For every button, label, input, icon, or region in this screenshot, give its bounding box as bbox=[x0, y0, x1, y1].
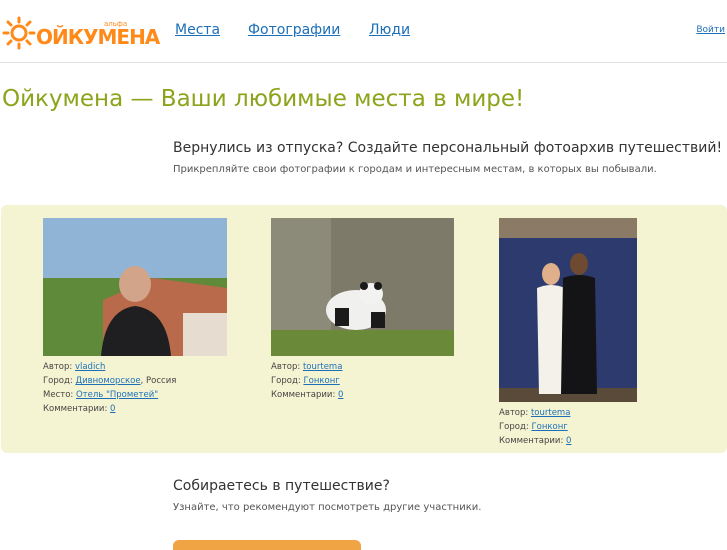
comments-label: Комментарии: bbox=[499, 436, 564, 446]
photo-meta: Автор: vladich Город: Дивноморское, Росс… bbox=[43, 360, 227, 416]
author-label: Автор: bbox=[43, 362, 73, 372]
city-link[interactable]: Гонконг bbox=[303, 376, 339, 386]
author-link[interactable]: vladich bbox=[75, 362, 105, 372]
city-label: Город: bbox=[271, 376, 301, 386]
photo-card: Автор: tourtema Город: Гонконг Комментар… bbox=[271, 218, 454, 402]
site-header: альфа ОЙКУМЕНА Места Фотографии Люди Вой… bbox=[0, 0, 727, 63]
city-link[interactable]: Гонконг bbox=[531, 422, 567, 432]
place-label: Место: bbox=[43, 390, 74, 400]
nav-people[interactable]: Люди bbox=[369, 22, 410, 38]
city-label: Город: bbox=[499, 422, 529, 432]
author-label: Автор: bbox=[271, 362, 301, 372]
photo-card: Автор: tourtema Город: Гонконг Комментар… bbox=[499, 218, 637, 448]
nav-places[interactable]: Места bbox=[175, 22, 220, 38]
city-label: Город: bbox=[43, 376, 73, 386]
author-link[interactable]: tourtema bbox=[303, 362, 342, 372]
country-text: , Россия bbox=[140, 376, 177, 386]
promo-title: Вернулись из отпуска? Создайте персональ… bbox=[173, 140, 723, 156]
comments-link[interactable]: 0 bbox=[110, 404, 115, 414]
city-link[interactable]: Дивноморское bbox=[75, 376, 140, 386]
photo-card: Автор: vladich Город: Дивноморское, Росс… bbox=[43, 218, 227, 416]
comments-link[interactable]: 0 bbox=[566, 436, 571, 446]
place-link[interactable]: Отель "Прометей" bbox=[76, 390, 158, 400]
photo-thumbnail[interactable] bbox=[499, 218, 637, 402]
plan-title: Собираетесь в путешествие? bbox=[173, 478, 390, 494]
site-logo[interactable]: альфа ОЙКУМЕНА bbox=[2, 6, 160, 50]
photo-thumbnail[interactable] bbox=[271, 218, 454, 356]
plan-subtitle: Узнайте, что рекомендуют посмотреть друг… bbox=[173, 502, 482, 513]
photo-thumbnail[interactable] bbox=[43, 218, 227, 356]
nav-photos[interactable]: Фотографии bbox=[248, 22, 340, 38]
comments-label: Комментарии: bbox=[43, 404, 108, 414]
photo-showcase: Автор: vladich Город: Дивноморское, Росс… bbox=[1, 205, 727, 453]
photo-meta: Автор: tourtema Город: Гонконг Комментар… bbox=[271, 360, 454, 402]
page-title: Ойкумена — Ваши любимые места в мире! bbox=[2, 86, 525, 112]
author-label: Автор: bbox=[499, 408, 529, 418]
comments-link[interactable]: 0 bbox=[338, 390, 343, 400]
promo-subtitle: Прикрепляйте свои фотографии к городам и… bbox=[173, 164, 657, 175]
logo-wordmark: ОЙКУМЕНА bbox=[36, 25, 160, 49]
comments-label: Комментарии: bbox=[271, 390, 336, 400]
sun-icon bbox=[2, 16, 36, 50]
author-link[interactable]: tourtema bbox=[531, 408, 570, 418]
login-link[interactable]: Войти bbox=[696, 25, 725, 35]
photo-meta: Автор: tourtema Город: Гонконг Комментар… bbox=[499, 406, 637, 448]
cta-button[interactable] bbox=[173, 540, 361, 550]
